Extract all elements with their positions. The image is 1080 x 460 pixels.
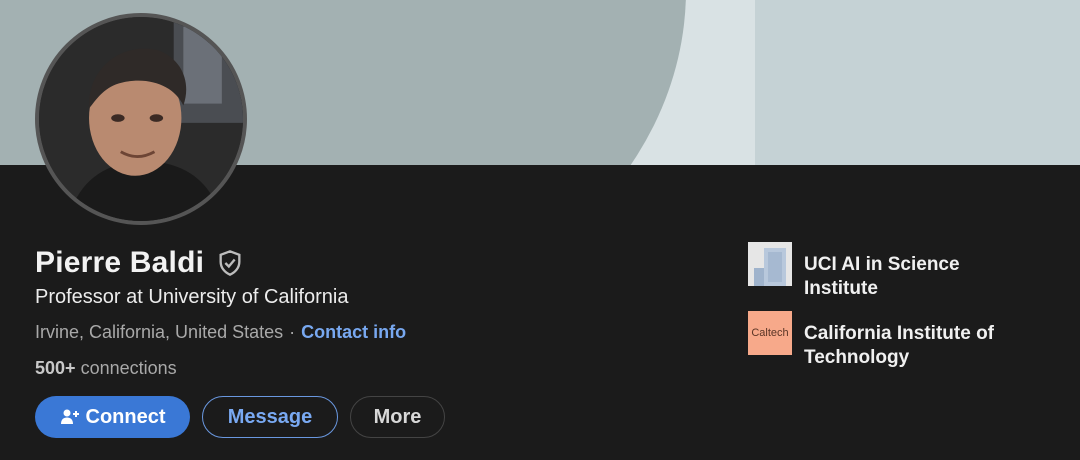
connections-row[interactable]: 500+ connections [35, 358, 177, 379]
caltech-logo: Caltech [748, 311, 792, 355]
org-name-caltech: California Institute of Technology [804, 323, 994, 368]
profile-actions: Connect Message More [35, 396, 445, 438]
connections-count: 500+ [35, 358, 76, 378]
connect-label: Connect [85, 405, 166, 428]
message-button[interactable]: Message [202, 396, 338, 438]
contact-info-link[interactable]: Contact info [301, 322, 406, 343]
org-item-uci[interactable]: UCI AI in Science Institute [748, 242, 1068, 301]
avatar[interactable] [35, 13, 247, 225]
connections-text: connections [80, 358, 177, 378]
organizations-list: UCI AI in Science Institute Caltech Cali… [748, 242, 1068, 380]
uci-logo [748, 242, 792, 286]
name-row: Pierre Baldi [35, 246, 244, 280]
avatar-photo [39, 17, 243, 221]
profile-location: Irvine, California, United States [35, 322, 284, 342]
org-item-caltech[interactable]: Caltech California Institute of Technolo… [748, 311, 1068, 370]
profile-headline: Professor at University of California [35, 286, 349, 308]
add-user-icon [60, 407, 80, 427]
profile-name: Pierre Baldi [35, 246, 205, 279]
connect-button[interactable]: Connect [35, 396, 190, 438]
separator-dot: · [289, 322, 296, 342]
location-row: Irvine, California, United States · Cont… [35, 322, 406, 343]
shield-check-icon[interactable] [216, 249, 244, 277]
org-name-uci: UCI AI in Science Institute [804, 254, 960, 299]
more-button[interactable]: More [350, 396, 445, 438]
